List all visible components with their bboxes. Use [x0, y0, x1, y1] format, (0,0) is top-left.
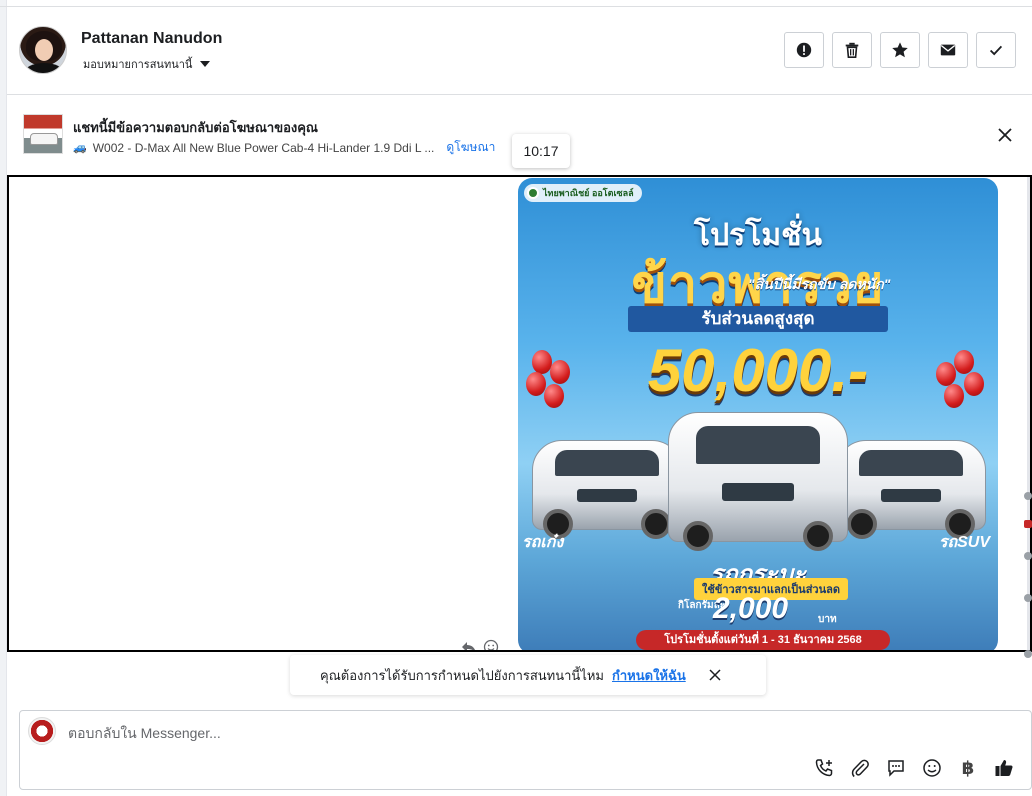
delete-button[interactable] — [832, 32, 872, 68]
pickup-car — [668, 412, 848, 551]
call-button[interactable] — [813, 757, 835, 779]
spam-button[interactable] — [784, 32, 824, 68]
reply-input[interactable] — [68, 725, 768, 741]
envelope-icon — [940, 44, 956, 56]
view-ad-link[interactable]: ดูโฆษณา — [446, 138, 495, 157]
assign-label: มอบหมายการสนทนานี้ — [83, 59, 193, 71]
sedan-car — [532, 440, 682, 539]
suv-label: รถSUV — [938, 534, 990, 551]
header-actions — [784, 32, 1016, 68]
emoji-button[interactable] — [921, 757, 943, 779]
dealer-logo: ไทยพาณิชย์ ออโตเซลล์ — [524, 184, 642, 202]
saved-replies-button[interactable] — [885, 757, 907, 779]
ad-thumbnail[interactable] — [23, 114, 63, 154]
trash-icon — [845, 42, 859, 59]
message-list: ไทยพาณิชย์ ออโตเซลล์ โปรโมชั่น ข้าวพารวย… — [7, 175, 1032, 652]
mileage-value: 2,000 — [713, 592, 789, 625]
promo-image-message[interactable]: ไทยพาณิชย์ ออโตเซลล์ โปรโมชั่น ข้าวพารวย… — [518, 178, 998, 650]
message-time-tooltip: 10:17 — [512, 134, 570, 168]
ad-name: W002 - D-Max All New Blue Power Cab-4 Hi… — [92, 140, 435, 155]
check-icon — [989, 45, 1003, 56]
star-icon — [892, 42, 908, 58]
assign-prompt-text: คุณต้องการได้รับการกำหนดไปยังการสนทนานี้… — [320, 667, 604, 683]
assign-to-me-link[interactable]: กำหนดให้ฉัน — [612, 665, 686, 686]
like-button[interactable] — [993, 757, 1015, 779]
mark-unread-button[interactable] — [928, 32, 968, 68]
assign-dropdown[interactable]: มอบหมายการสนทนานี้ — [83, 55, 211, 73]
conversation-header: Pattanan Nanudon มอบหมายการสนทนานี้ — [7, 7, 1032, 95]
suv-car — [836, 440, 986, 539]
car-icon: 🚙 — [73, 142, 87, 154]
smiley-icon — [923, 759, 941, 777]
car-lineup — [518, 412, 998, 568]
discount-value: 50,000.- — [647, 337, 869, 404]
thumbs-up-icon — [995, 760, 1013, 776]
logo-text: ไทยพาณิชย์ ออโตเซลล์ — [543, 188, 634, 198]
promo-tagline: "สิ้นปีนี้มีรถขับ ลดหนัก" — [748, 276, 891, 292]
caret-down-icon — [200, 61, 211, 67]
sedan-label: รถเก๋ง — [522, 534, 564, 551]
done-button[interactable] — [976, 32, 1016, 68]
left-gutter — [0, 0, 7, 796]
attach-button[interactable] — [849, 757, 871, 779]
reply-icon[interactable] — [461, 639, 477, 652]
side-panel-edge — [1020, 480, 1032, 690]
close-icon[interactable] — [996, 126, 1014, 144]
ad-banner-subtitle: 🚙 W002 - D-Max All New Blue Power Cab-4 … — [73, 138, 495, 157]
chat-bubble-icon — [888, 760, 904, 777]
user-avatar[interactable] — [19, 26, 67, 74]
composer-toolbar: ฿ — [813, 757, 1015, 779]
discount-label: รับส่วนลดสูงสุด — [628, 306, 888, 332]
paperclip-icon — [851, 759, 869, 778]
message-composer: ฿ — [19, 710, 1032, 790]
emoji-react-icon[interactable] — [483, 639, 499, 652]
promo-period: โปรโมชั่นตั้งแต่วันที่ 1 - 31 ธันวาคม 25… — [636, 630, 890, 650]
star-button[interactable] — [880, 32, 920, 68]
logo-mark-icon — [527, 187, 539, 199]
page-avatar — [28, 717, 56, 745]
user-name[interactable]: Pattanan Nanudon — [81, 30, 222, 48]
mileage-unit: บาท — [818, 614, 837, 625]
phone-plus-icon — [815, 759, 833, 777]
close-icon[interactable] — [708, 668, 722, 682]
ad-banner-title: แชทนี้มีข้อความตอบกลับต่อโฆษณาของคุณ — [73, 120, 318, 135]
exclamation-circle-icon — [796, 42, 812, 58]
message-actions — [461, 639, 499, 652]
assign-prompt: คุณต้องการได้รับการกำหนดไปยังการสนทนานี้… — [290, 655, 766, 695]
payment-baht-icon[interactable]: ฿ — [957, 757, 979, 779]
inbox-conversation-view: Pattanan Nanudon มอบหมายการสนทนานี้ แชทน… — [0, 0, 1032, 796]
